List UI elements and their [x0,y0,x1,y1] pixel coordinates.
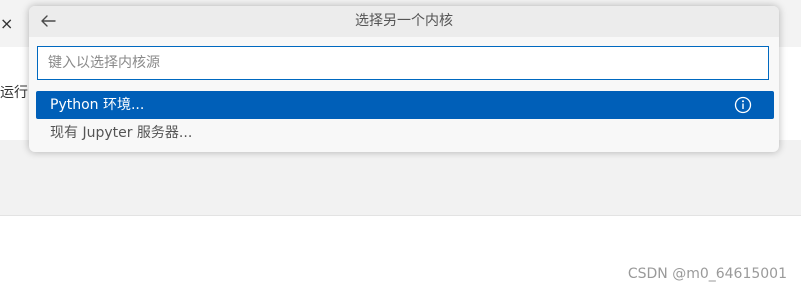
quick-pick-header: 选择另一个内核 [29,6,779,37]
run-label[interactable]: 运行 [0,84,28,102]
list-item-python-environments[interactable]: Python 环境... [36,91,774,119]
list-item-label: 现有 Jupyter 服务器... [50,125,193,141]
kernel-source-search-input[interactable] [37,46,769,80]
info-icon[interactable] [734,96,752,114]
screen: × 运行 选择另一个内核 Python 环境... 现有 Jupyter 服务器… [0,0,801,294]
list-item-label: Python 环境... [50,97,145,113]
list-item-existing-jupyter-server[interactable]: 现有 Jupyter 服务器... [36,119,774,147]
quick-pick-title: 选择另一个内核 [355,13,453,29]
watermark: CSDN @m0_64615001 [627,266,787,282]
close-icon[interactable]: × [0,12,13,36]
quick-pick-list: Python 环境... 现有 Jupyter 服务器... [36,91,774,147]
kernel-quick-pick: 选择另一个内核 Python 环境... 现有 Jupyter 服务器... [29,6,779,152]
